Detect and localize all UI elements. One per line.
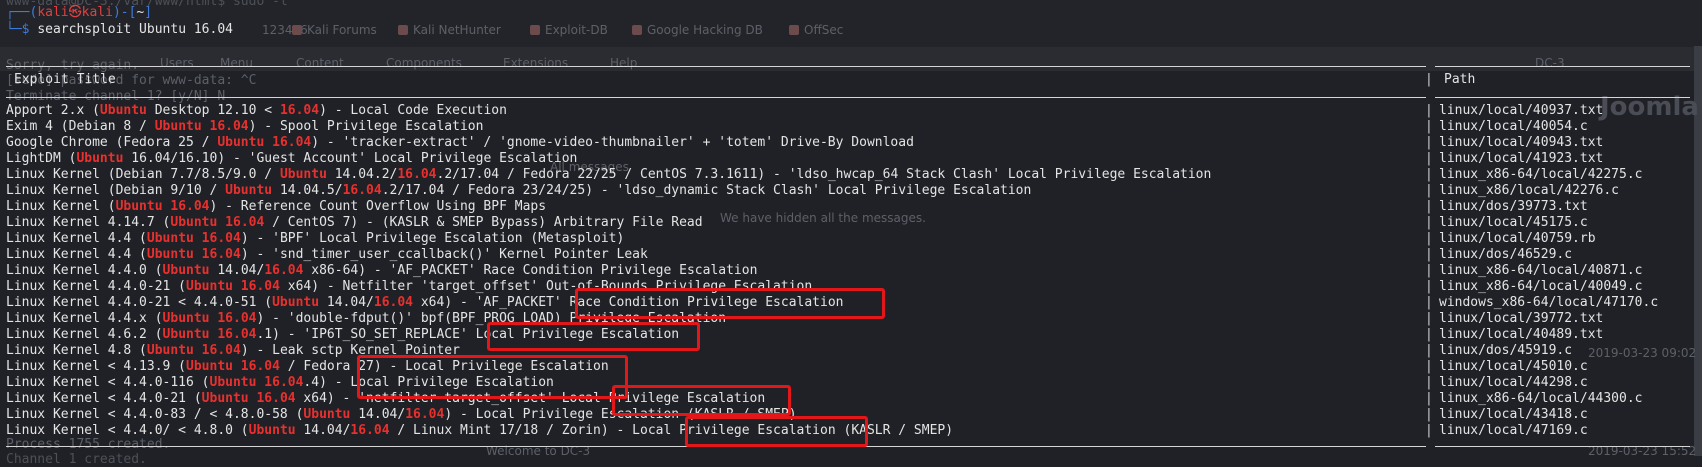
exploit-title: Linux Kernel < 4.4.0/ < 4.8.0 (Ubuntu 14… bbox=[6, 423, 954, 438]
exploit-title: Linux Kernel (Debian 9/10 / Ubuntu 14.04… bbox=[6, 183, 1032, 198]
exploit-title: Linux Kernel (Ubuntu 16.04) - Reference … bbox=[6, 199, 547, 214]
exploit-path: linux/dos/46529.c bbox=[1439, 247, 1573, 262]
exploit-path: linux/local/44298.c bbox=[1439, 375, 1588, 390]
terminal-window[interactable]: ┌──(kali㉿kali)-[~] └─$ searchsploit Ubun… bbox=[0, 0, 1702, 459]
table-row: Linux Kernel < 4.4.0/ < 4.8.0 (Ubuntu 14… bbox=[0, 423, 1702, 439]
exploit-title: Linux Kernel < 4.4.0-21 (Ubuntu 16.04 x6… bbox=[6, 391, 766, 406]
table-row: Linux Kernel 4.14.7 (Ubuntu 16.04 / Cent… bbox=[0, 215, 1702, 231]
table-row: Linux Kernel < 4.4.0-21 (Ubuntu 16.04 x6… bbox=[0, 391, 1702, 407]
row-separator: | bbox=[1425, 327, 1433, 342]
row-separator: | bbox=[1425, 103, 1433, 118]
column-header-path: Path bbox=[1444, 72, 1476, 87]
exploit-path: linux_x86-64/local/40871.c bbox=[1439, 263, 1643, 278]
row-separator: | bbox=[1425, 343, 1433, 358]
exploit-path: linux/local/40759.rb bbox=[1439, 231, 1596, 246]
exploit-title: Linux Kernel 4.4.0 (Ubuntu 14.04/16.04 x… bbox=[6, 263, 758, 278]
exploit-path: linux/dos/45919.c bbox=[1439, 343, 1573, 358]
table-top-rule-left bbox=[6, 66, 1426, 67]
row-separator: | bbox=[1425, 311, 1433, 326]
row-separator: | bbox=[1425, 215, 1433, 230]
row-separator: | bbox=[1425, 263, 1433, 278]
exploit-path: linux/local/40937.txt bbox=[1439, 103, 1604, 118]
table-row: Linux Kernel < 4.4.0-83 / < 4.8.0-58 (Ub… bbox=[0, 407, 1702, 423]
exploit-path: linux_x86-64/local/40049.c bbox=[1439, 279, 1643, 294]
exploit-title: Linux Kernel (Debian 7.7/8.5/9.0 / Ubunt… bbox=[6, 167, 1212, 182]
exploit-path: linux/local/47169.c bbox=[1439, 423, 1588, 438]
exploit-path: windows_x86-64/local/47170.c bbox=[1439, 295, 1659, 310]
row-separator: | bbox=[1425, 231, 1433, 246]
row-separator: | bbox=[1425, 359, 1433, 374]
row-separator: | bbox=[1425, 119, 1433, 134]
exploit-path: linux/local/40054.c bbox=[1439, 119, 1588, 134]
exploit-title: Exim 4 (Debian 8 / Ubuntu 16.04) - Spool… bbox=[6, 119, 484, 134]
row-separator: | bbox=[1425, 279, 1433, 294]
table-top-rule-right bbox=[1435, 66, 1690, 67]
exploit-path: linux_x86-64/local/42275.c bbox=[1439, 167, 1643, 182]
row-separator: | bbox=[1425, 167, 1433, 182]
column-separator: | bbox=[1425, 72, 1433, 87]
table-row: Linux Kernel 4.8 (Ubuntu 16.04) - Leak s… bbox=[0, 343, 1702, 359]
exploit-path: linux_x86/local/42276.c bbox=[1439, 183, 1620, 198]
table-row: Linux Kernel 4.4 (Ubuntu 16.04) - 'snd_t… bbox=[0, 247, 1702, 263]
exploit-title: Linux Kernel < 4.4.0-116 (Ubuntu 16.04.4… bbox=[6, 375, 554, 390]
exploit-path: linux/local/41923.txt bbox=[1439, 151, 1604, 166]
exploit-path: linux/local/39772.txt bbox=[1439, 311, 1604, 326]
table-row: Linux Kernel 4.4.0-21 (Ubuntu 16.04 x64)… bbox=[0, 279, 1702, 295]
row-separator: | bbox=[1425, 135, 1433, 150]
table-row: Linux Kernel < 4.4.0-116 (Ubuntu 16.04.4… bbox=[0, 375, 1702, 391]
exploit-title: Linux Kernel 4.6.2 (Ubuntu 16.04.1) - 'I… bbox=[6, 327, 680, 342]
prompt-line-2: └─$ searchsploit Ubuntu 16.04 bbox=[6, 22, 233, 37]
exploit-path: linux/local/45175.c bbox=[1439, 215, 1588, 230]
exploit-title: Linux Kernel 4.4.0-21 < 4.4.0-51 (Ubuntu… bbox=[6, 295, 844, 310]
exploit-title: Linux Kernel 4.4.0-21 (Ubuntu 16.04 x64)… bbox=[6, 279, 813, 294]
row-separator: | bbox=[1425, 375, 1433, 390]
exploit-title: Google Chrome (Fedora 25 / Ubuntu 16.04)… bbox=[6, 135, 914, 150]
exploit-title: Linux Kernel < 4.4.0-83 / < 4.8.0-58 (Ub… bbox=[6, 407, 797, 422]
row-separator: | bbox=[1425, 247, 1433, 262]
prompt-line-1: ┌──(kali㉿kali)-[~] bbox=[6, 5, 153, 20]
row-separator: | bbox=[1425, 151, 1433, 166]
exploit-path: linux/dos/39773.txt bbox=[1439, 199, 1588, 214]
table-row: Google Chrome (Fedora 25 / Ubuntu 16.04)… bbox=[0, 135, 1702, 151]
table-row: Exim 4 (Debian 8 / Ubuntu 16.04) - Spool… bbox=[0, 119, 1702, 135]
exploit-title: LightDM (Ubuntu 16.04/16.10) - 'Guest Ac… bbox=[6, 151, 578, 166]
table-row: Apport 2.x (Ubuntu Desktop 12.10 < 16.04… bbox=[0, 103, 1702, 119]
table-header-rule-left bbox=[6, 97, 1426, 98]
row-separator: | bbox=[1425, 423, 1433, 438]
table-row: LightDM (Ubuntu 16.04/16.10) - 'Guest Ac… bbox=[0, 151, 1702, 167]
table-row: Linux Kernel 4.4.x (Ubuntu 16.04) - 'dou… bbox=[0, 311, 1702, 327]
table-header-rule-right bbox=[1435, 97, 1690, 98]
exploit-path: linux/local/40943.txt bbox=[1439, 135, 1604, 150]
table-row: Linux Kernel 4.6.2 (Ubuntu 16.04.1) - 'I… bbox=[0, 327, 1702, 343]
exploit-title: Linux Kernel 4.4 (Ubuntu 16.04) - 'snd_t… bbox=[6, 247, 648, 262]
table-bottom-rule-right bbox=[1435, 446, 1690, 447]
row-separator: | bbox=[1425, 295, 1433, 310]
exploit-title: Linux Kernel 4.4 (Ubuntu 16.04) - 'BPF' … bbox=[6, 231, 625, 246]
table-bottom-rule-left bbox=[6, 446, 1426, 447]
table-row: Linux Kernel < 4.13.9 (Ubuntu 16.04 / Fe… bbox=[0, 359, 1702, 375]
exploit-title: Linux Kernel 4.4.x (Ubuntu 16.04) - 'dou… bbox=[6, 311, 727, 326]
table-row: Linux Kernel (Debian 9/10 / Ubuntu 14.04… bbox=[0, 183, 1702, 199]
exploit-path: linux/local/43418.c bbox=[1439, 407, 1588, 422]
table-row: Linux Kernel 4.4.0 (Ubuntu 14.04/16.04 x… bbox=[0, 263, 1702, 279]
exploit-path: linux/local/40489.txt bbox=[1439, 327, 1604, 342]
exploit-title: Linux Kernel 4.8 (Ubuntu 16.04) - Leak s… bbox=[6, 343, 460, 358]
table-row: Linux Kernel (Ubuntu 16.04) - Reference … bbox=[0, 199, 1702, 215]
row-separator: | bbox=[1425, 391, 1433, 406]
exploit-title: Linux Kernel < 4.13.9 (Ubuntu 16.04 / Fe… bbox=[6, 359, 609, 374]
row-separator: | bbox=[1425, 199, 1433, 214]
row-separator: | bbox=[1425, 183, 1433, 198]
exploit-title: Linux Kernel 4.14.7 (Ubuntu 16.04 / Cent… bbox=[6, 215, 703, 230]
row-separator: | bbox=[1425, 407, 1433, 422]
exploit-path: linux/local/45010.c bbox=[1439, 359, 1588, 374]
exploit-path: linux_x86-64/local/44300.c bbox=[1439, 391, 1643, 406]
exploit-title: Apport 2.x (Ubuntu Desktop 12.10 < 16.04… bbox=[6, 103, 507, 118]
table-row: Linux Kernel (Debian 7.7/8.5/9.0 / Ubunt… bbox=[0, 167, 1702, 183]
column-header-exploit-title: Exploit Title bbox=[14, 72, 116, 87]
prompt-user: kali㉿kali bbox=[37, 5, 113, 20]
command-text: searchsploit Ubuntu 16.04 bbox=[37, 22, 233, 37]
table-row: Linux Kernel 4.4 (Ubuntu 16.04) - 'BPF' … bbox=[0, 231, 1702, 247]
table-row: Linux Kernel 4.4.0-21 < 4.4.0-51 (Ubuntu… bbox=[0, 295, 1702, 311]
